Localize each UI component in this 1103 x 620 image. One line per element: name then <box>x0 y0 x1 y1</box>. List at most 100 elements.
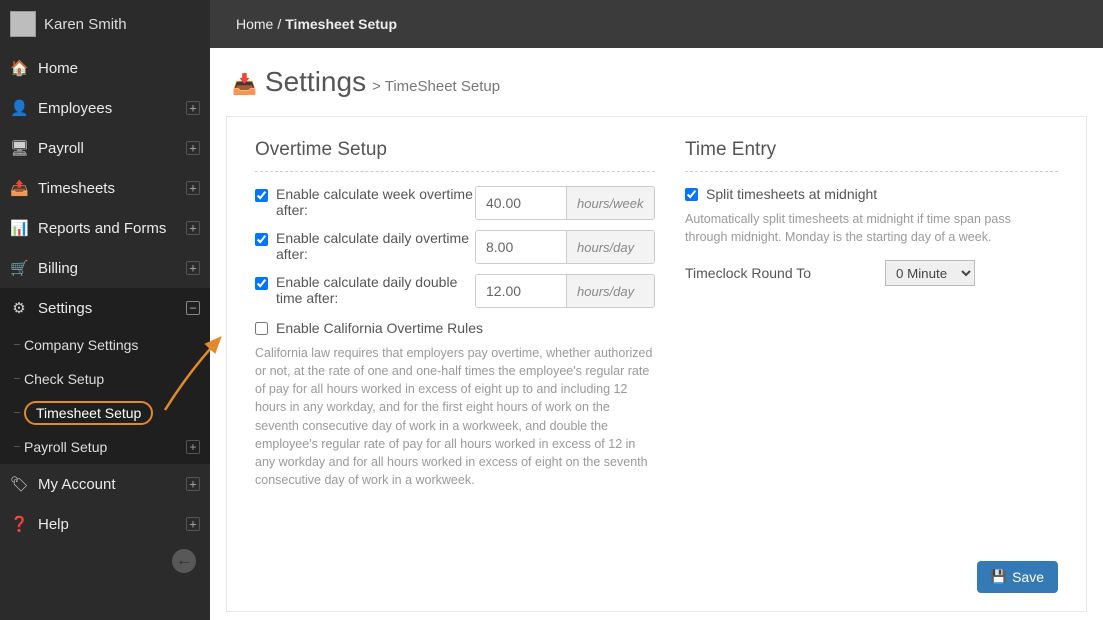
california-help-text: California law requires that employers p… <box>255 344 655 489</box>
expand-icon: + <box>186 101 200 115</box>
split-row: Split timesheets at midnight <box>685 186 1058 202</box>
round-label: Timeclock Round To <box>685 265 885 281</box>
sidebar-collapse-row: ← <box>0 544 210 578</box>
overtime-week-check-label[interactable]: Enable calculate week overtime after: <box>255 186 475 218</box>
overtime-double-checkbox[interactable] <box>255 277 268 290</box>
subnav-payroll-setup[interactable]: Payroll Setup + <box>0 430 210 464</box>
timeentry-section: Time Entry Split timesheets at midnight … <box>685 139 1058 489</box>
overtime-double-input[interactable] <box>476 275 566 307</box>
overtime-week-row: Enable calculate week overtime after: ho… <box>255 186 655 220</box>
chart-icon: 📊 <box>10 219 28 237</box>
save-icon: 💾 <box>991 569 1007 585</box>
subnav-timesheet-setup[interactable]: Timesheet Setup <box>0 396 210 430</box>
subnav-label: Check Setup <box>24 371 104 387</box>
overtime-daily-check-label[interactable]: Enable calculate daily overtime after: <box>255 230 475 262</box>
page-header: 📥 Settings > TimeSheet Setup <box>210 48 1103 104</box>
nav-label: Reports and Forms <box>38 220 186 237</box>
breadcrumb: Home / Timesheet Setup <box>210 0 1103 48</box>
breadcrumb-sep: / <box>277 16 281 32</box>
save-button-label: Save <box>1012 569 1044 585</box>
divider <box>685 171 1058 172</box>
section-title: Overtime Setup <box>255 139 655 161</box>
overtime-week-checkbox[interactable] <box>255 189 268 202</box>
overtime-double-row: Enable calculate daily double time after… <box>255 274 655 308</box>
california-row: Enable California Overtime Rules <box>255 320 655 336</box>
monitor-icon: 🖥 <box>10 139 28 157</box>
avatar <box>10 11 36 37</box>
nav-label: Employees <box>38 100 186 117</box>
gear-icon: ⚙ <box>10 299 28 317</box>
overtime-daily-row: Enable calculate daily overtime after: h… <box>255 230 655 264</box>
nav-label: Payroll <box>38 140 186 157</box>
breadcrumb-current: Timesheet Setup <box>285 16 397 32</box>
divider <box>255 171 655 172</box>
save-button[interactable]: 💾 Save <box>977 561 1058 593</box>
overtime-daily-label: Enable calculate daily overtime after: <box>276 230 475 262</box>
nav-label: My Account <box>38 476 186 493</box>
nav-label: Billing <box>38 260 186 277</box>
sidebar-collapse-button[interactable]: ← <box>172 549 196 573</box>
main: Home / Timesheet Setup 📥 Settings > Time… <box>210 0 1103 620</box>
overtime-daily-input-group: hours/day <box>475 230 655 264</box>
sidebar: Karen Smith 🏠 Home 👤 Employees + 🖥 Payro… <box>0 0 210 620</box>
subnav-check-setup[interactable]: Check Setup <box>0 362 210 396</box>
nav-help[interactable]: ❓ Help + <box>0 504 210 544</box>
collapse-icon: − <box>186 301 200 315</box>
expand-icon: + <box>186 517 200 531</box>
round-select[interactable]: 0 Minute <box>885 260 975 286</box>
split-label: Split timesheets at midnight <box>706 186 877 202</box>
overtime-section: Overtime Setup Enable calculate week ove… <box>255 139 655 489</box>
overtime-daily-input[interactable] <box>476 231 566 263</box>
page-subtitle: > TimeSheet Setup <box>372 78 500 95</box>
nav-home[interactable]: 🏠 Home <box>0 48 210 88</box>
card-footer: 💾 Save <box>977 561 1058 593</box>
breadcrumb-home[interactable]: Home <box>236 16 273 32</box>
user-name: Karen Smith <box>44 16 127 33</box>
nav-timesheets[interactable]: 📤 Timesheets + <box>0 168 210 208</box>
unit-label: hours/day <box>566 275 654 307</box>
page-title: Settings <box>265 66 366 98</box>
expand-icon: + <box>186 141 200 155</box>
overtime-week-input-group: hours/week <box>475 186 655 220</box>
user-row[interactable]: Karen Smith <box>0 0 210 48</box>
overtime-week-input[interactable] <box>476 187 566 219</box>
expand-icon: + <box>186 221 200 235</box>
arrow-left-icon: ← <box>176 552 192 570</box>
person-icon: 👤 <box>10 99 28 117</box>
subnav-label: Payroll Setup <box>24 439 107 455</box>
nav-settings[interactable]: ⚙ Settings − <box>0 288 210 328</box>
nav-label: Help <box>38 516 186 533</box>
round-row: Timeclock Round To 0 Minute <box>685 260 1058 286</box>
nav-billing[interactable]: 🛒 Billing + <box>0 248 210 288</box>
nav-label: Home <box>38 60 200 77</box>
overtime-daily-checkbox[interactable] <box>255 233 268 246</box>
help-icon: ❓ <box>10 515 28 533</box>
california-checkbox[interactable] <box>255 322 268 335</box>
overtime-double-check-label[interactable]: Enable calculate daily double time after… <box>255 274 475 306</box>
subnav-label: Company Settings <box>24 337 138 353</box>
tag-icon: 🏷 <box>10 475 28 493</box>
nav-employees[interactable]: 👤 Employees + <box>0 88 210 128</box>
unit-label: hours/week <box>566 187 654 219</box>
nav-label: Settings <box>38 300 186 317</box>
expand-icon: + <box>186 181 200 195</box>
settings-subnav: Company Settings Check Setup Timesheet S… <box>0 328 210 464</box>
split-help-text: Automatically split timesheets at midnig… <box>685 210 1045 246</box>
nav-payroll[interactable]: 🖥 Payroll + <box>0 128 210 168</box>
nav-reports[interactable]: 📊 Reports and Forms + <box>0 208 210 248</box>
cart-icon: 🛒 <box>10 259 28 277</box>
nav-my-account[interactable]: 🏷 My Account + <box>0 464 210 504</box>
nav-label: Timesheets <box>38 180 186 197</box>
subnav-company-settings[interactable]: Company Settings <box>0 328 210 362</box>
subnav-label: Timesheet Setup <box>24 401 153 425</box>
california-label: Enable California Overtime Rules <box>276 320 483 336</box>
overtime-double-label: Enable calculate daily double time after… <box>276 274 475 306</box>
tray-icon: 📤 <box>10 179 28 197</box>
section-title: Time Entry <box>685 139 1058 161</box>
split-checkbox[interactable] <box>685 188 698 201</box>
unit-label: hours/day <box>566 231 654 263</box>
expand-icon: + <box>186 477 200 491</box>
inbox-icon: 📥 <box>232 72 257 97</box>
overtime-week-label: Enable calculate week overtime after: <box>276 186 475 218</box>
expand-icon: + <box>186 261 200 275</box>
